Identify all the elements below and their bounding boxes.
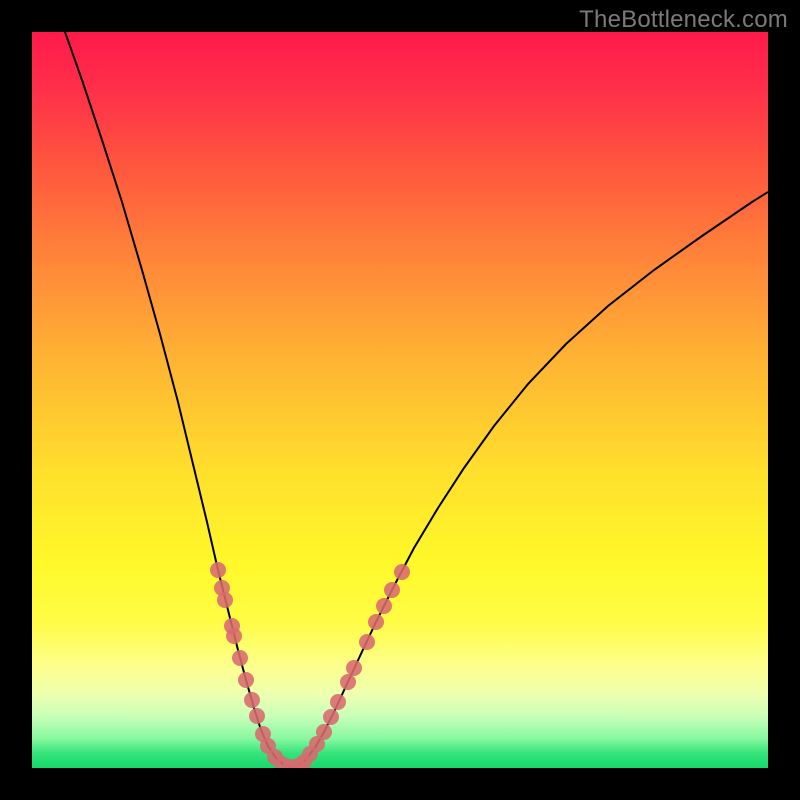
data-marker: [330, 694, 346, 710]
data-marker: [244, 692, 260, 708]
data-marker: [232, 650, 248, 666]
data-marker: [359, 634, 375, 650]
data-marker: [217, 592, 233, 608]
chart-frame: [32, 32, 768, 768]
data-marker: [316, 724, 332, 740]
data-marker: [394, 564, 410, 580]
data-marker: [346, 660, 362, 676]
data-marker: [226, 628, 242, 644]
watermark-text: TheBottleneck.com: [579, 6, 788, 34]
data-marker: [376, 598, 392, 614]
data-marker: [249, 708, 265, 724]
data-marker: [384, 582, 400, 598]
data-marker: [238, 672, 254, 688]
data-marker: [323, 709, 339, 725]
chart-plot-area: [32, 32, 768, 768]
data-marker: [340, 674, 356, 690]
data-marker: [368, 614, 384, 630]
curve-line: [65, 32, 768, 767]
chart-svg: [32, 32, 768, 768]
data-marker: [210, 562, 226, 578]
